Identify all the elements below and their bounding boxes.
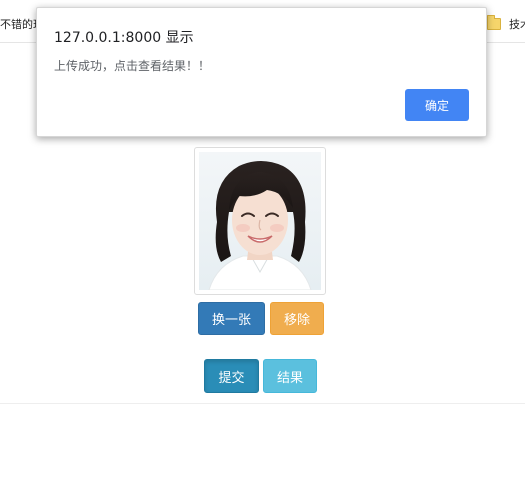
photo-frame (194, 147, 326, 295)
result-button[interactable]: 结果 (263, 359, 317, 393)
remove-photo-button[interactable]: 移除 (270, 302, 324, 335)
bookmark-item-right-label: 技术 (509, 18, 525, 31)
bookmark-item-right[interactable]: 技术 (487, 15, 525, 32)
portrait-photo (199, 152, 321, 290)
submit-button[interactable]: 提交 (204, 359, 259, 393)
alert-dialog: 127.0.0.1:8000 显示 上传成功，点击查看结果！！ 确定 (36, 7, 487, 137)
alert-title: 127.0.0.1:8000 显示 (54, 30, 194, 46)
alert-message: 上传成功，点击查看结果！！ (54, 59, 211, 73)
divider (0, 403, 525, 404)
alert-ok-button[interactable]: 确定 (405, 89, 469, 121)
change-photo-button[interactable]: 换一张 (198, 302, 265, 335)
folder-icon (487, 15, 501, 30)
